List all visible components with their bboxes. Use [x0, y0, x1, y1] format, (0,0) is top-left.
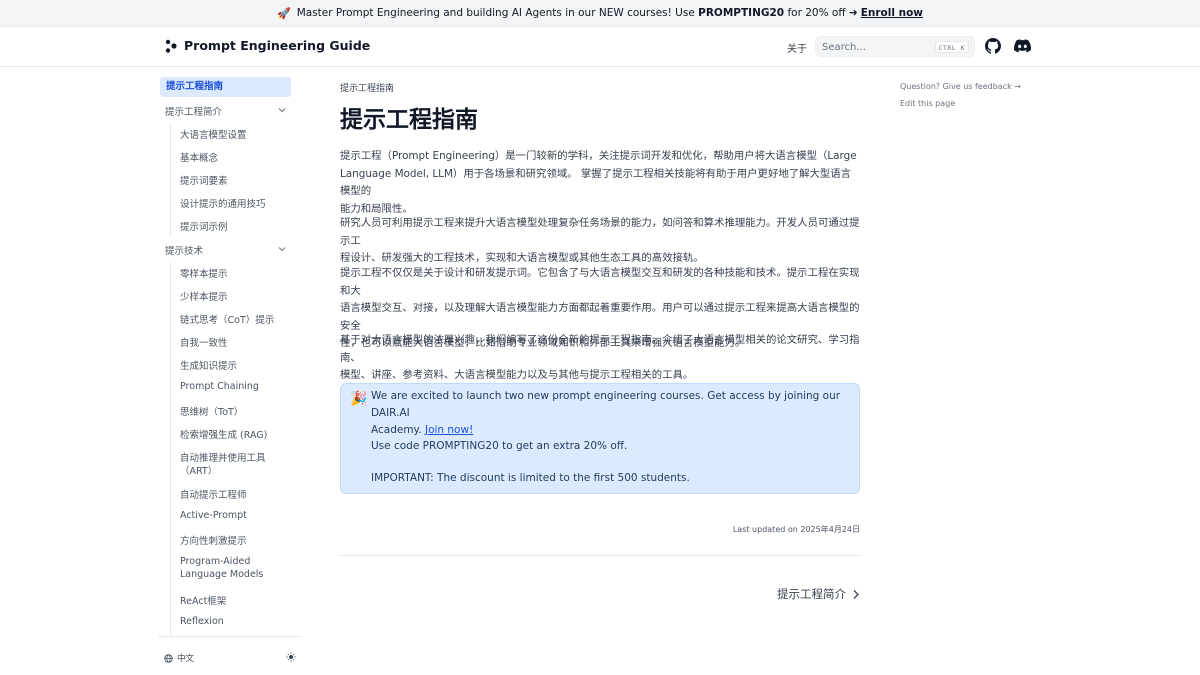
- sidebar-item[interactable]: 基本概念: [180, 150, 218, 164]
- sidebar-item[interactable]: Language Models: [180, 569, 263, 580]
- callout-line: We are excited to launch two new prompt …: [371, 390, 841, 419]
- sidebar-item[interactable]: 检索增强生成 (RAG): [180, 427, 267, 441]
- sidebar-item[interactable]: Program-Aided: [180, 556, 250, 567]
- paragraph-line: Language Model, LLM）用于各场景和研究领域。 掌握了提示工程相…: [340, 167, 852, 198]
- language-switcher[interactable]: 中文: [164, 652, 194, 664]
- breadcrumb: 提示工程指南: [340, 84, 395, 94]
- paragraph-line: 模型、讲座、参考资料、大语言模型能力以及与其他与提示工程相关的工具。: [340, 369, 694, 381]
- sidebar-item[interactable]: Active-Prompt: [180, 510, 247, 521]
- callout-line: Academy.: [371, 424, 422, 436]
- sidebar-item[interactable]: 自动提示工程师: [180, 487, 247, 501]
- sidebar-item[interactable]: 少样本提示: [180, 289, 228, 303]
- site-logo[interactable]: Prompt Engineering Guide: [164, 38, 370, 53]
- navbar: Prompt Engineering Guide 关于 CTRL K: [0, 27, 1200, 67]
- sidebar-section-intro[interactable]: 提示工程简介: [165, 104, 222, 118]
- sidebar-item[interactable]: 思维树（ToT）: [180, 404, 243, 418]
- sidebar-guide-line: [170, 262, 171, 637]
- paragraph-line: 提示工程不仅仅是关于设计和研发提示词。它包含了与大语言模型交互和研发的各种技能和…: [340, 267, 860, 297]
- search-input[interactable]: [822, 40, 932, 54]
- globe-icon: [164, 653, 173, 663]
- sidebar-item[interactable]: 生成知识提示: [180, 358, 237, 372]
- discord-icon[interactable]: [1014, 39, 1031, 53]
- sidebar-guide-line: [170, 123, 171, 237]
- search-shortcut: CTRL K: [934, 41, 969, 53]
- sidebar-item[interactable]: 提示词要素: [180, 173, 228, 187]
- enroll-now-link[interactable]: Enroll now: [861, 7, 923, 19]
- sidebar-item[interactable]: Prompt Chaining: [180, 381, 259, 392]
- sidebar-item[interactable]: Reflexion: [180, 616, 224, 627]
- sidebar-item-guide[interactable]: 提示工程指南: [160, 77, 291, 97]
- callout-important: IMPORTANT: The discount is limited to th…: [371, 472, 690, 484]
- chevron-down-icon[interactable]: [278, 245, 286, 253]
- join-now-link[interactable]: Join now!: [425, 424, 473, 436]
- sidebar: 提示工程指南 提示工程简介 大语言模型设置 基本概念 提示词要素 设计提示的通用…: [158, 67, 300, 637]
- party-popper-icon: 🎉: [350, 391, 368, 407]
- sidebar-item[interactable]: 大语言模型设置: [180, 127, 247, 141]
- paragraph-line: 语言模型交互、对接，以及理解大语言模型能力方面都起着重要作用。用户可以通过提示工…: [340, 302, 860, 332]
- paragraph-intro: 提示工程（Prompt Engineering）是一门较新的学科，关注提示词开发…: [340, 148, 860, 218]
- paragraph-line: 研究人员可利用提示工程来提升大语言模型处理复杂任务场景的能力，如问答和算术推理能…: [340, 217, 860, 247]
- promo-banner: 🚀 Master Prompt Engineering and building…: [0, 0, 1200, 27]
- site-title: Prompt Engineering Guide: [184, 38, 371, 53]
- sidebar-item[interactable]: 链式思考（CoT）提示: [180, 312, 274, 326]
- edit-page-link[interactable]: Edit this page: [900, 99, 955, 108]
- language-label: 中文: [177, 654, 195, 664]
- chevron-down-icon[interactable]: [278, 106, 286, 114]
- sidebar-item[interactable]: 设计提示的通用技巧: [180, 196, 266, 210]
- banner-suffix: for 20% off ➜: [787, 7, 858, 19]
- callout-text: We are excited to launch two new prompt …: [371, 388, 851, 439]
- sidebar-item[interactable]: 自我一致性: [180, 335, 228, 349]
- sidebar-section-label: 提示工程简介: [165, 107, 223, 118]
- next-page-label: 提示工程简介: [777, 587, 846, 601]
- banner-code: PROMPTING20: [698, 7, 785, 19]
- rocket-icon: 🚀: [276, 6, 291, 20]
- divider: [340, 555, 860, 556]
- paragraph-research: 研究人员可利用提示工程来提升大语言模型处理复杂任务场景的能力，如问答和算术推理能…: [340, 215, 860, 268]
- sidebar-item[interactable]: 方向性刺激提示: [180, 533, 247, 547]
- paragraph-line: 基于对大语言模型的浓厚兴趣，我们编写了这份全新的提示工程指南，介绍了大语言模型相…: [340, 334, 860, 364]
- github-icon[interactable]: [985, 38, 1001, 54]
- sidebar-item[interactable]: 零样本提示: [180, 266, 228, 280]
- course-callout: 🎉 We are excited to launch two new promp…: [340, 383, 860, 494]
- chevron-right-icon: [853, 589, 859, 599]
- sidebar-section-label: 提示技术: [165, 246, 204, 257]
- next-page-link[interactable]: 提示工程简介: [777, 586, 860, 602]
- banner-text: Master Prompt Engineering and building A…: [296, 7, 695, 19]
- page-title: 提示工程指南: [340, 107, 478, 133]
- sidebar-footer: 中文: [158, 636, 300, 675]
- sidebar-section-techniques[interactable]: 提示技术: [165, 243, 203, 257]
- paragraph-guide: 基于对大语言模型的浓厚兴趣，我们编写了这份全新的提示工程指南，介绍了大语言模型相…: [340, 332, 860, 385]
- sidebar-item[interactable]: 自动推理并使用工具: [180, 450, 266, 464]
- sidebar-item[interactable]: 提示词示例: [180, 219, 228, 233]
- feedback-link[interactable]: Question? Give us feedback →: [900, 82, 1021, 91]
- sidebar-item[interactable]: ReAct框架: [180, 593, 226, 607]
- sun-icon[interactable]: [286, 652, 296, 662]
- logo-icon: [165, 39, 177, 53]
- about-link[interactable]: 关于: [787, 40, 807, 55]
- callout-code: Use code PROMPTING20 to get an extra 20%…: [371, 440, 628, 452]
- last-updated: Last updated on 2025年4月24日: [732, 525, 860, 534]
- sidebar-item[interactable]: （ART）: [180, 463, 217, 477]
- search-box[interactable]: CTRL K: [815, 36, 975, 57]
- paragraph-line: 提示工程（Prompt Engineering）是一门较新的学科，关注提示词开发…: [340, 150, 857, 162]
